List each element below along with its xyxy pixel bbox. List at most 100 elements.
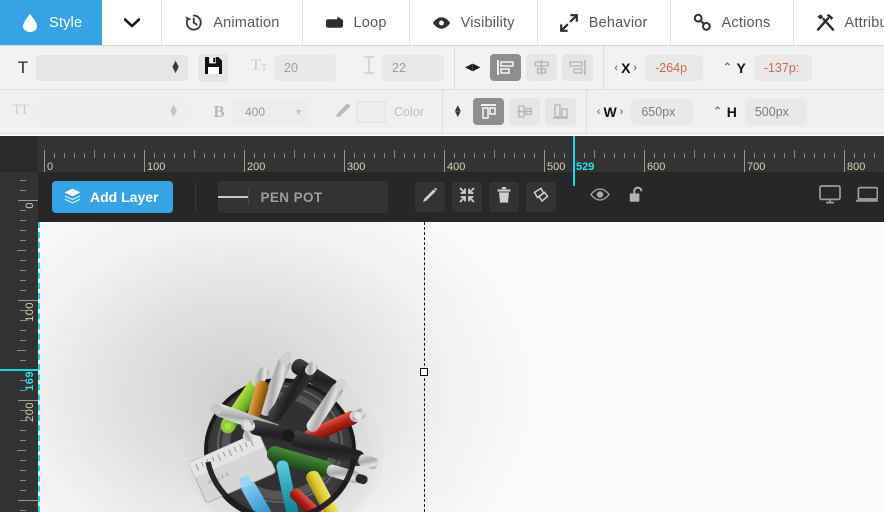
ruler-tick — [824, 153, 825, 158]
align-right-icon[interactable] — [562, 54, 594, 81]
ruler-label: 200 — [24, 402, 36, 422]
canvas-surface[interactable]: R U L E R — [38, 222, 884, 512]
droplet-icon — [20, 13, 39, 32]
tab-dropdown-toggle[interactable] — [102, 0, 163, 45]
canvas-viewport[interactable]: R U L E R — [38, 222, 884, 512]
font-style-group: TT ▲ ▼ — [0, 90, 196, 133]
align-top-icon[interactable] — [472, 98, 504, 125]
ruler-tick — [494, 150, 495, 158]
x-value: -264p — [655, 60, 688, 75]
line-height-group: 22 — [346, 46, 455, 89]
edit-layer-button[interactable] — [415, 182, 446, 212]
clock-rewind-icon — [184, 13, 203, 32]
ruler-tick — [104, 153, 105, 158]
toggle-lock-button[interactable] — [622, 182, 652, 212]
color-swatch[interactable] — [356, 100, 386, 123]
add-layer-button[interactable]: Add Layer — [52, 181, 174, 213]
tab-loop-label: Loop — [353, 14, 387, 31]
font-weight-value: 400 — [245, 104, 266, 119]
ruler-tick — [64, 153, 65, 158]
x-input[interactable]: -264p — [645, 54, 704, 81]
height-input[interactable]: 500px — [744, 98, 807, 125]
ruler-tick — [20, 470, 26, 471]
pen-pot-photo[interactable]: R U L E R — [184, 344, 390, 512]
duplicate-layer-button[interactable] — [526, 182, 557, 212]
vertical-dashed-guide[interactable] — [424, 222, 425, 512]
device-laptop-button[interactable] — [852, 182, 882, 212]
tab-behavior[interactable]: Behavior — [538, 0, 671, 45]
align-center-icon[interactable] — [526, 54, 558, 81]
y-value: -137p: — [763, 60, 800, 75]
ruler-tick — [584, 153, 585, 158]
ruler-tick — [334, 153, 335, 158]
ruler-tick — [384, 153, 385, 158]
ruler-tick — [17, 450, 26, 451]
horizontal-arrows-icon: ◀▶ — [465, 62, 481, 73]
vertical-ruler[interactable]: 0 100 200 169 — [0, 172, 38, 512]
ruler-tick — [18, 300, 38, 301]
layer-name-field[interactable]: PEN POT — [218, 181, 389, 213]
ruler-tick — [654, 153, 655, 158]
layer-name-value: PEN POT — [248, 189, 388, 205]
h-label: ⌃ H — [713, 103, 737, 120]
ruler-tick — [374, 153, 375, 158]
toggle-visibility-button[interactable] — [585, 182, 615, 212]
position-x-group: ‹ X › -264p — [604, 46, 713, 89]
w-label: ‹ W › — [596, 103, 624, 120]
ruler-tick — [20, 290, 26, 291]
hamburger-icon[interactable] — [218, 181, 249, 213]
delete-layer-button[interactable] — [489, 182, 520, 212]
align-middle-icon[interactable] — [508, 98, 540, 125]
ruler-tick — [324, 153, 325, 158]
ruler-label: 400 — [447, 161, 466, 172]
tab-style[interactable]: Style — [0, 0, 103, 45]
tab-actions[interactable]: Actions — [671, 0, 794, 45]
tab-visibility-label: Visibility — [460, 14, 515, 31]
ruler-tick — [594, 150, 595, 158]
layers-icon — [64, 188, 81, 207]
ruler-tick — [304, 153, 305, 158]
align-bottom-icon[interactable] — [544, 98, 576, 125]
width-group: ‹ W › 650px — [587, 90, 704, 133]
spinner-icon: ▲ ▼ — [170, 57, 181, 76]
horizontal-ruler[interactable]: 0 100 200 300 400 500 600 700 800 529 — [0, 136, 884, 172]
width-input[interactable]: 650px — [631, 98, 694, 125]
device-desktop-button[interactable] — [815, 182, 845, 212]
selection-handle[interactable] — [420, 368, 428, 376]
height-group: ⌃ H 500px — [703, 90, 817, 133]
fit-layer-button[interactable] — [452, 182, 483, 212]
tab-attributes[interactable]: Attributes — [794, 0, 884, 45]
ruler-tick — [20, 510, 26, 511]
font-family-select[interactable]: ▲ ▼ — [36, 54, 188, 81]
align-horizontal-group: ◀▶ — [455, 46, 605, 89]
ruler-tick — [524, 153, 525, 158]
save-button[interactable] — [198, 53, 228, 82]
ruler-tick — [454, 153, 455, 158]
ruler-tick — [18, 500, 38, 501]
ruler-tick — [404, 153, 405, 158]
font-size-input[interactable]: 20 — [274, 54, 336, 81]
tab-loop[interactable]: Loop — [303, 0, 410, 45]
tab-animation[interactable]: Animation — [162, 0, 303, 45]
font-weight-select[interactable]: 400 ▼ — [232, 98, 310, 125]
ruler-tick — [364, 153, 365, 158]
ruler-marker-line — [0, 369, 38, 371]
ruler-tick — [314, 153, 315, 158]
ruler-tick — [204, 153, 205, 158]
ruler-tick — [20, 180, 26, 181]
font-style-select[interactable]: ▲ ▼ — [36, 98, 186, 125]
ruler-tick — [534, 153, 535, 158]
ruler-tick — [20, 430, 26, 431]
line-height-value: 22 — [392, 60, 406, 75]
align-left-icon[interactable] — [490, 54, 522, 81]
y-input[interactable]: -137p: — [753, 54, 812, 81]
ruler-tick — [604, 153, 605, 158]
ruler-tick — [20, 240, 26, 241]
ruler-tick — [684, 153, 685, 158]
line-height-input[interactable]: 22 — [382, 54, 444, 81]
eye-icon — [590, 188, 611, 206]
ruler-label: 600 — [647, 161, 666, 172]
tab-visibility[interactable]: Visibility — [410, 0, 538, 45]
text-color-group: Color — [320, 90, 443, 133]
ruler-tick — [18, 400, 38, 401]
